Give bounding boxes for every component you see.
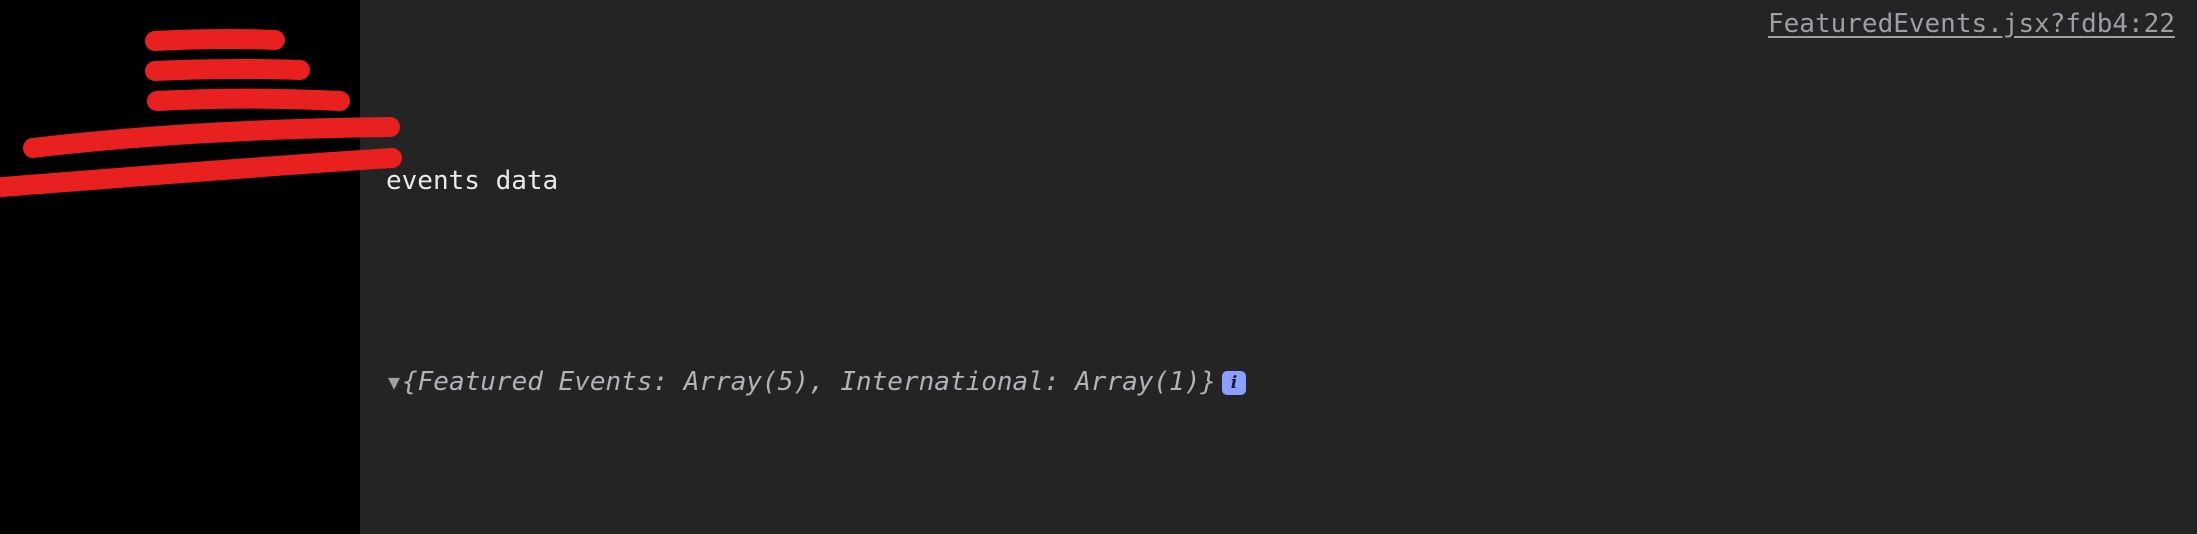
info-icon[interactable]: i [1222, 371, 1247, 395]
log-label: events data [386, 166, 559, 196]
root-key-international: International [840, 367, 1044, 397]
root-open-brace: { [402, 367, 418, 397]
chevron-down-icon[interactable]: ▼ [386, 362, 402, 402]
screenshot-root: FeaturedEvents.jsx?fdb4:22 events data ▼… [0, 0, 2197, 534]
root-colon-1: : [652, 367, 684, 397]
root-colon-2: : [1043, 367, 1076, 397]
root-object-row[interactable]: ▼{Featured Events: Array(5), Internation… [360, 362, 2197, 402]
root-separator: , [809, 367, 841, 397]
root-key-featured-events: Featured Events [417, 367, 653, 397]
devtools-console-panel: FeaturedEvents.jsx?fdb4:22 events data ▼… [360, 0, 2197, 534]
page-left-gutter [0, 0, 360, 534]
root-value-international: Array(1) [1075, 367, 1201, 397]
console-log-label-row: events data [360, 160, 2197, 202]
root-value-featured-events: Array(5) [683, 367, 810, 397]
root-close-brace: } [1200, 367, 1217, 397]
console-output: events data ▼{Featured Events: Array(5),… [360, 0, 2197, 534]
